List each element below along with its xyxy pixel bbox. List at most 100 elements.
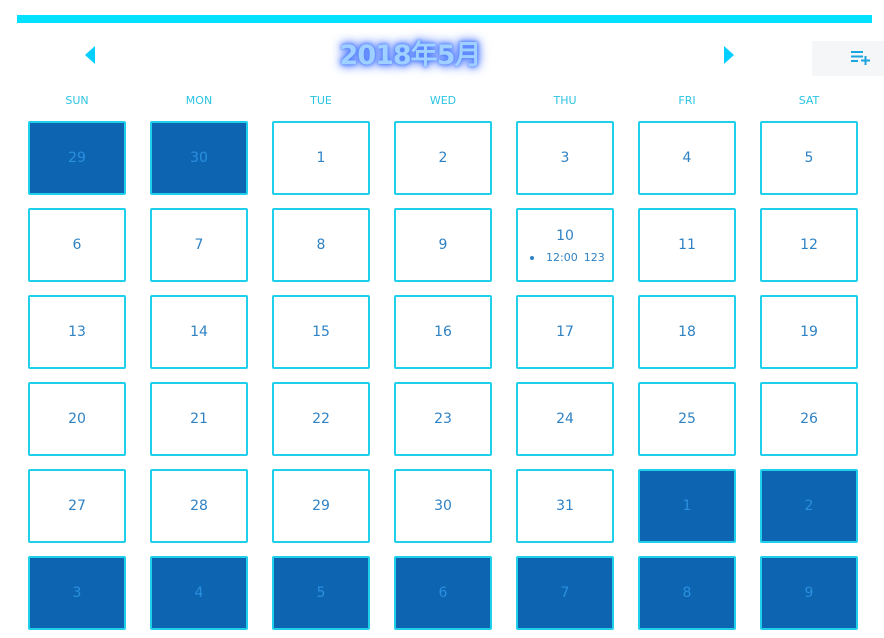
day-number: 9 bbox=[804, 585, 814, 601]
day-cell-other-month[interactable]: 9 bbox=[760, 556, 858, 630]
day-number: 3 bbox=[72, 585, 82, 601]
day-cell[interactable]: 5 bbox=[760, 121, 858, 195]
day-number: 3 bbox=[560, 150, 570, 166]
day-cell[interactable]: 11 bbox=[638, 208, 736, 282]
day-number: 7 bbox=[560, 585, 570, 601]
day-cell-other-month[interactable]: 4 bbox=[150, 556, 248, 630]
day-cell[interactable]: 6 bbox=[28, 208, 126, 282]
day-number: 8 bbox=[682, 585, 692, 601]
day-number: 28 bbox=[190, 498, 208, 514]
playlist-add-icon bbox=[851, 51, 870, 65]
weekday-label: TUE bbox=[310, 94, 332, 107]
day-cell-other-month[interactable]: 3 bbox=[28, 556, 126, 630]
day-number: 8 bbox=[316, 237, 326, 253]
day-number: 1 bbox=[682, 498, 692, 514]
day-number: 26 bbox=[800, 411, 818, 427]
day-number: 17 bbox=[556, 324, 574, 340]
day-cell[interactable]: 3 bbox=[516, 121, 614, 195]
day-cell[interactable]: 22 bbox=[272, 382, 370, 456]
day-number: 14 bbox=[190, 324, 208, 340]
day-number: 4 bbox=[194, 585, 204, 601]
day-number: 2 bbox=[438, 150, 448, 166]
next-month-button[interactable] bbox=[724, 46, 734, 64]
day-number: 1 bbox=[316, 150, 326, 166]
day-cell-other-month[interactable]: 5 bbox=[272, 556, 370, 630]
weekday-label: WED bbox=[429, 94, 457, 107]
day-number: 31 bbox=[556, 498, 574, 514]
day-number: 29 bbox=[312, 498, 330, 514]
day-cell-other-month[interactable]: 8 bbox=[638, 556, 736, 630]
day-cell[interactable]: 21 bbox=[150, 382, 248, 456]
day-number: 23 bbox=[434, 411, 452, 427]
day-cell[interactable]: 9 bbox=[394, 208, 492, 282]
day-number: 29 bbox=[68, 150, 86, 166]
weekday-header-row: SUN MON TUE WED THU FRI SAT bbox=[0, 94, 884, 108]
day-cell-other-month[interactable]: 1 bbox=[638, 469, 736, 543]
day-cell[interactable]: 13 bbox=[28, 295, 126, 369]
day-number: 7 bbox=[194, 237, 204, 253]
weekday-label: FRI bbox=[678, 94, 696, 107]
previous-month-button[interactable] bbox=[85, 46, 95, 64]
day-cell[interactable]: 25 bbox=[638, 382, 736, 456]
day-cell[interactable]: 15 bbox=[272, 295, 370, 369]
day-number: 5 bbox=[804, 150, 814, 166]
day-cell[interactable]: 23 bbox=[394, 382, 492, 456]
weekday-label: THU bbox=[553, 94, 577, 107]
day-cell[interactable]: 12 bbox=[760, 208, 858, 282]
add-event-button[interactable] bbox=[812, 41, 884, 76]
day-number: 21 bbox=[190, 411, 208, 427]
day-cell[interactable]: 20 bbox=[28, 382, 126, 456]
day-cell[interactable]: 19 bbox=[760, 295, 858, 369]
event-bullet-icon bbox=[530, 256, 534, 260]
day-number: 5 bbox=[316, 585, 326, 601]
day-cell[interactable]: 4 bbox=[638, 121, 736, 195]
day-number: 9 bbox=[438, 237, 448, 253]
day-number: 16 bbox=[434, 324, 452, 340]
day-cell[interactable]: 18 bbox=[638, 295, 736, 369]
day-cell[interactable]: 26 bbox=[760, 382, 858, 456]
day-cell[interactable]: 2 bbox=[394, 121, 492, 195]
day-number: 30 bbox=[190, 150, 208, 166]
day-cell-other-month[interactable]: 6 bbox=[394, 556, 492, 630]
day-cell[interactable]: 16 bbox=[394, 295, 492, 369]
day-number: 11 bbox=[678, 237, 696, 253]
day-number: 12 bbox=[800, 237, 818, 253]
day-cell-other-month[interactable]: 2 bbox=[760, 469, 858, 543]
day-number: 6 bbox=[72, 237, 82, 253]
day-number: 4 bbox=[682, 150, 692, 166]
day-cell[interactable]: 7 bbox=[150, 208, 248, 282]
day-number: 27 bbox=[68, 498, 86, 514]
day-cell[interactable]: 24 bbox=[516, 382, 614, 456]
day-cell[interactable]: 29 bbox=[272, 469, 370, 543]
day-cell[interactable]: 30 bbox=[394, 469, 492, 543]
day-number: 22 bbox=[312, 411, 330, 427]
day-number: 20 bbox=[68, 411, 86, 427]
day-cell-other-month[interactable]: 30 bbox=[150, 121, 248, 195]
day-number: 2 bbox=[804, 498, 814, 514]
day-cell[interactable]: 8 bbox=[272, 208, 370, 282]
day-number: 30 bbox=[434, 498, 452, 514]
day-cell-other-month[interactable]: 7 bbox=[516, 556, 614, 630]
event-time: 12:00 bbox=[546, 251, 578, 264]
weekday-label: MON bbox=[185, 94, 213, 107]
top-accent-bar bbox=[17, 15, 872, 23]
day-cell[interactable]: 27 bbox=[28, 469, 126, 543]
day-cell[interactable]: 14 bbox=[150, 295, 248, 369]
weekday-label: SAT bbox=[798, 94, 820, 107]
day-number: 25 bbox=[678, 411, 696, 427]
weekday-label: SUN bbox=[65, 94, 89, 107]
event-title: 123 bbox=[583, 251, 605, 264]
day-number: 24 bbox=[556, 411, 574, 427]
day-number: 10 bbox=[556, 228, 574, 244]
day-cell[interactable]: 10 12:00 123 bbox=[516, 208, 614, 282]
day-cell[interactable]: 17 bbox=[516, 295, 614, 369]
day-number: 19 bbox=[800, 324, 818, 340]
day-cell[interactable]: 1 bbox=[272, 121, 370, 195]
day-number: 13 bbox=[68, 324, 86, 340]
day-cell[interactable]: 28 bbox=[150, 469, 248, 543]
day-number: 15 bbox=[312, 324, 330, 340]
day-number: 18 bbox=[678, 324, 696, 340]
day-cell-other-month[interactable]: 29 bbox=[28, 121, 126, 195]
event-item[interactable]: 12:00 123 bbox=[530, 251, 605, 264]
day-cell[interactable]: 31 bbox=[516, 469, 614, 543]
